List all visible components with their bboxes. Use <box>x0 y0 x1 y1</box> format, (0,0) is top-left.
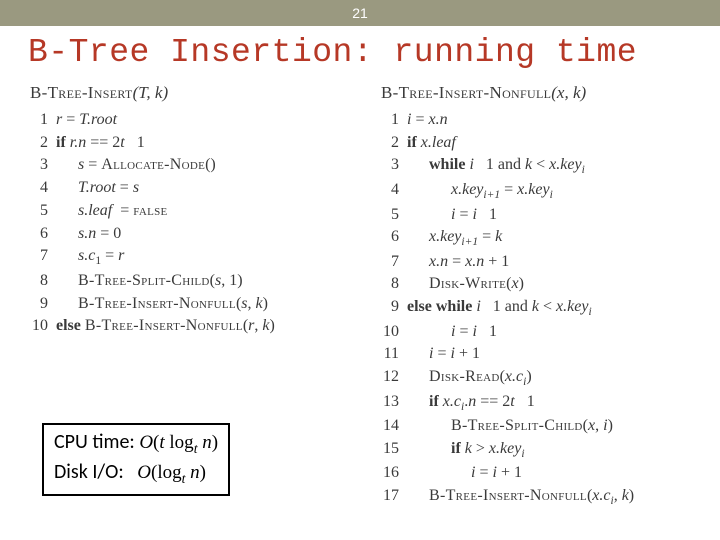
code-line: Disk-Read(x.ci) <box>381 366 710 391</box>
code-line: s.c1 = r <box>30 245 359 270</box>
left-fn-name: B-Tree-Insert <box>30 83 133 102</box>
cpu-label: CPU time: <box>54 430 135 454</box>
code-line: i = i + 1 <box>381 462 710 485</box>
code-line: i = i + 1 <box>381 343 710 366</box>
right-fn-header: B-Tree-Insert-Nonfull(x, k) <box>381 83 710 103</box>
complexity-box: CPU time: O(t logt n) Disk I/O: O(logt n… <box>42 423 230 496</box>
code-line: if x.leaf <box>381 132 710 155</box>
code-line: x.keyi+1 = x.keyi <box>381 179 710 204</box>
code-line: while i 1 and k < x.keyi <box>381 154 710 179</box>
right-fn-name: B-Tree-Insert-Nonfull <box>381 83 551 102</box>
left-fn-args: (T, k) <box>133 83 169 102</box>
code-line: B-Tree-Insert-Nonfull(s, k) <box>30 293 359 316</box>
disk-label: Disk I/O: <box>54 460 124 484</box>
code-line: x.n = x.n + 1 <box>381 251 710 274</box>
code-line: r = T.root <box>30 109 359 132</box>
code-line: if r.n == 2t 1 <box>30 132 359 155</box>
cpu-value: O(t logt n) <box>139 432 218 453</box>
code-line: T.root = s <box>30 177 359 200</box>
disk-value: O(logt n) <box>137 462 206 483</box>
right-algorithm: B-Tree-Insert-Nonfull(x, k) i = x.nif x.… <box>381 83 710 510</box>
slide-title: B-Tree Insertion: running time <box>0 26 720 77</box>
code-line: B-Tree-Split-Child(x, i) <box>381 415 710 438</box>
code-line: B-Tree-Insert-Nonfull(x.ci, k) <box>381 485 710 510</box>
left-code-lines: r = T.rootif r.n == 2t 1s = Allocate-Nod… <box>30 109 359 338</box>
left-fn-header: B-Tree-Insert(T, k) <box>30 83 359 103</box>
code-line: B-Tree-Split-Child(s, 1) <box>30 270 359 293</box>
code-line: i = x.n <box>381 109 710 132</box>
code-line: s.leaf = false <box>30 200 359 223</box>
slide-number: 21 <box>352 5 368 21</box>
code-line: s = Allocate-Node() <box>30 154 359 177</box>
right-fn-args: (x, k) <box>551 83 586 102</box>
code-line: else while i 1 and k < x.keyi <box>381 296 710 321</box>
code-line: if k > x.keyi <box>381 438 710 463</box>
code-line: i = i 1 <box>381 321 710 344</box>
cpu-time-row: CPU time: O(t logt n) <box>54 429 218 458</box>
code-line: x.keyi+1 = k <box>381 226 710 251</box>
slide-number-bar: 21 <box>0 0 720 26</box>
code-line: else B-Tree-Insert-Nonfull(r, k) <box>30 315 359 338</box>
code-line: Disk-Write(x) <box>381 273 710 296</box>
code-line: i = i 1 <box>381 204 710 227</box>
code-line: s.n = 0 <box>30 223 359 246</box>
code-line: if x.ci.n == 2t 1 <box>381 391 710 416</box>
right-code-lines: i = x.nif x.leafwhile i 1 and k < x.keyi… <box>381 109 710 510</box>
disk-io-row: Disk I/O: O(logt n) <box>54 459 218 488</box>
